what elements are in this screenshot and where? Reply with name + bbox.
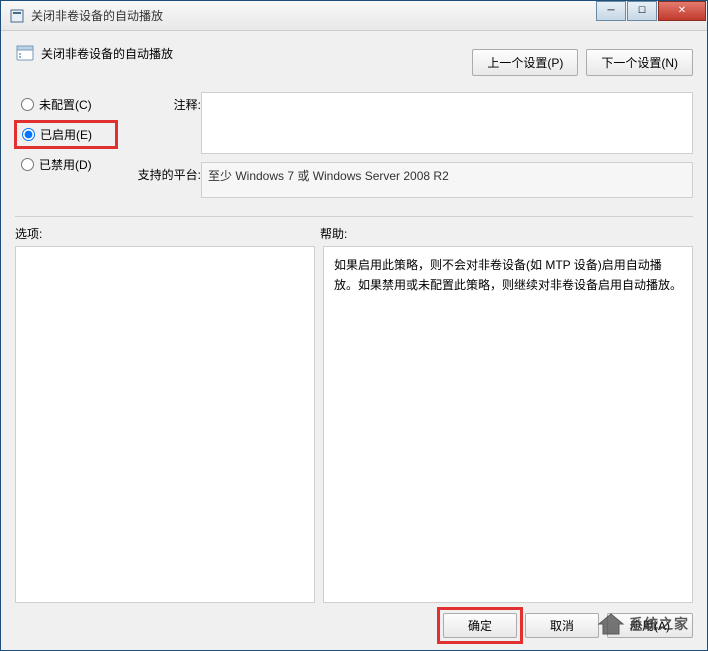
help-label: 帮助: bbox=[320, 225, 347, 242]
comment-row: 注释: bbox=[133, 92, 693, 154]
maximize-button[interactable]: ☐ bbox=[627, 1, 657, 21]
ok-button[interactable]: 确定 bbox=[443, 613, 517, 638]
platform-box: 至少 Windows 7 或 Windows Server 2008 R2 bbox=[201, 162, 693, 198]
comment-label: 注释: bbox=[133, 92, 201, 154]
divider bbox=[15, 216, 693, 217]
policy-icon bbox=[15, 43, 35, 63]
radio-not-configured[interactable]: 未配置(C) bbox=[21, 96, 113, 113]
help-panel[interactable]: 如果启用此策略，则不会对非卷设备(如 MTP 设备)启用自动播放。如果禁用或未配… bbox=[323, 246, 693, 603]
titlebar: 关闭非卷设备的自动播放 ─ ☐ ✕ bbox=[1, 1, 707, 31]
platform-value: 至少 Windows 7 或 Windows Server 2008 R2 bbox=[208, 169, 449, 183]
dialog-window: 关闭非卷设备的自动播放 ─ ☐ ✕ 关闭非卷设备的自动播放 上一个设置(P) 下… bbox=[0, 0, 708, 651]
radio-disabled[interactable]: 已禁用(D) bbox=[21, 156, 113, 173]
ok-button-highlight: 确定 bbox=[443, 613, 517, 638]
config-section: 未配置(C) 已启用(E) 已禁用(D) 注释: bbox=[15, 92, 693, 206]
comment-textarea[interactable] bbox=[201, 92, 693, 154]
radio-enabled-input[interactable] bbox=[22, 128, 35, 141]
window-title: 关闭非卷设备的自动播放 bbox=[31, 7, 596, 24]
header-row: 关闭非卷设备的自动播放 上一个设置(P) 下一个设置(N) bbox=[15, 43, 693, 76]
radio-enabled[interactable]: 已启用(E) bbox=[19, 125, 113, 144]
details-column: 注释: 支持的平台: 至少 Windows 7 或 Windows Server… bbox=[133, 92, 693, 206]
content-area: 关闭非卷设备的自动播放 上一个设置(P) 下一个设置(N) 未配置(C) 已启用… bbox=[1, 31, 707, 650]
apply-button[interactable]: 应用(A) bbox=[607, 613, 693, 638]
footer-buttons: 确定 取消 应用(A) bbox=[15, 603, 693, 638]
radio-disabled-input[interactable] bbox=[21, 158, 34, 171]
radio-disabled-label: 已禁用(D) bbox=[39, 156, 92, 173]
cancel-button[interactable]: 取消 bbox=[525, 613, 599, 638]
panel-labels: 选项: 帮助: bbox=[15, 225, 693, 242]
radio-column: 未配置(C) 已启用(E) 已禁用(D) bbox=[15, 92, 113, 206]
platform-row: 支持的平台: 至少 Windows 7 或 Windows Server 200… bbox=[133, 162, 693, 198]
next-setting-button[interactable]: 下一个设置(N) bbox=[586, 49, 693, 76]
help-text: 如果启用此策略，则不会对非卷设备(如 MTP 设备)启用自动播放。如果禁用或未配… bbox=[334, 258, 682, 292]
policy-title-block: 关闭非卷设备的自动播放 bbox=[15, 43, 472, 63]
app-icon bbox=[9, 8, 25, 24]
radio-group: 未配置(C) 已启用(E) 已禁用(D) bbox=[15, 96, 113, 173]
radio-not-configured-label: 未配置(C) bbox=[39, 96, 92, 113]
window-controls: ─ ☐ ✕ bbox=[596, 1, 707, 23]
options-label: 选项: bbox=[15, 225, 320, 242]
close-button[interactable]: ✕ bbox=[658, 1, 706, 21]
platform-label: 支持的平台: bbox=[133, 162, 201, 198]
nav-buttons: 上一个设置(P) 下一个设置(N) bbox=[472, 49, 693, 76]
radio-not-configured-input[interactable] bbox=[21, 98, 34, 111]
panels-row: 如果启用此策略，则不会对非卷设备(如 MTP 设备)启用自动播放。如果禁用或未配… bbox=[15, 246, 693, 603]
radio-enabled-label: 已启用(E) bbox=[40, 126, 92, 143]
prev-setting-button[interactable]: 上一个设置(P) bbox=[472, 49, 578, 76]
minimize-button[interactable]: ─ bbox=[596, 1, 626, 21]
options-panel bbox=[15, 246, 315, 603]
policy-title-text: 关闭非卷设备的自动播放 bbox=[41, 45, 173, 62]
